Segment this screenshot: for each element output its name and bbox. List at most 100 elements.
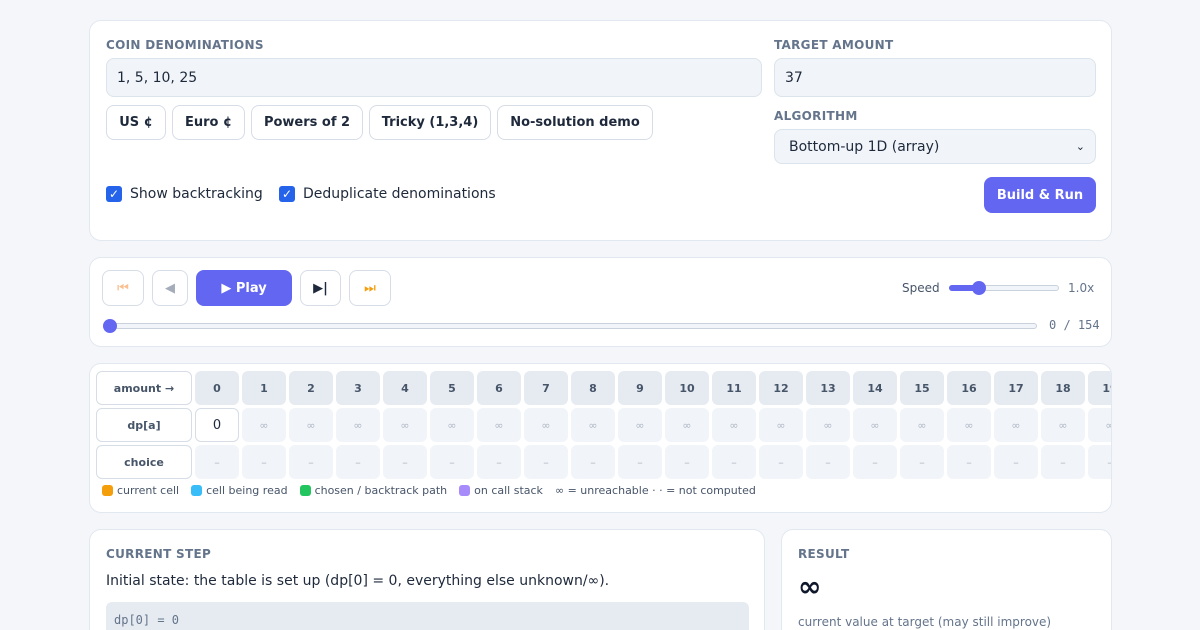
legend-swatch <box>102 485 113 496</box>
choice-cell: – <box>1088 445 1111 479</box>
result-label: RESULT <box>798 547 850 561</box>
preset-nosolution-button[interactable]: No-solution demo <box>497 105 653 140</box>
result-value: ∞ <box>798 570 822 603</box>
current-step-panel: CURRENT STEP Initial state: the table is… <box>89 529 765 630</box>
amount-header-cell: 17 <box>994 371 1038 405</box>
amount-header-cell: 18 <box>1041 371 1085 405</box>
chevron-down-icon: ⌄ <box>1075 140 1085 153</box>
choice-cell: – <box>994 445 1038 479</box>
amount-header-cell: 9 <box>618 371 662 405</box>
coins-label: COIN DENOMINATIONS <box>106 38 264 52</box>
row-label-choice: choice <box>96 445 192 479</box>
choice-cell: – <box>477 445 521 479</box>
dedupe-toggle[interactable]: ✓ Deduplicate denominations <box>279 186 496 202</box>
preset-us-button[interactable]: US ¢ <box>106 105 166 140</box>
legend-label: cell being read <box>206 484 288 497</box>
result-panel: RESULT ∞ current value at target (may st… <box>781 529 1112 630</box>
algorithm-label: ALGORITHM <box>774 109 858 123</box>
dp-cell: ∞ <box>900 408 944 442</box>
amount-header-cell: 8 <box>571 371 615 405</box>
step-code-block: dp[0] = 0 <box>106 602 749 630</box>
dp-cell: 0 <box>195 408 239 442</box>
choice-cell: – <box>336 445 380 479</box>
last-step-button[interactable]: ⏭ <box>349 270 391 306</box>
dp-cell: ∞ <box>383 408 427 442</box>
choice-cell: – <box>947 445 991 479</box>
dp-cell: ∞ <box>759 408 803 442</box>
config-panel: COIN DENOMINATIONS 1, 5, 10, 25 US ¢ Eur… <box>89 20 1112 241</box>
choice-cell: – <box>242 445 286 479</box>
preset-powers-button[interactable]: Powers of 2 <box>251 105 363 140</box>
prev-step-button[interactable]: ◀ <box>152 270 188 306</box>
play-button[interactable]: ▶ Play <box>196 270 292 306</box>
legend: current cell cell being read chosen / back… <box>102 484 756 497</box>
dp-cell: ∞ <box>618 408 662 442</box>
amount-header-cell: 13 <box>806 371 850 405</box>
dp-cell: ∞ <box>477 408 521 442</box>
dp-cell: ∞ <box>1088 408 1111 442</box>
amount-header-cell: 1 <box>242 371 286 405</box>
legend-label: on call stack <box>474 484 543 497</box>
choice-cell: – <box>383 445 427 479</box>
choice-cell: – <box>759 445 803 479</box>
slider-thumb[interactable] <box>971 281 986 295</box>
legend-item: current cell <box>102 484 179 497</box>
result-caption: current value at target (may still impro… <box>798 615 1052 629</box>
step-description: Initial state: the table is set up (dp[0… <box>106 573 610 589</box>
skip-back-icon: ⏮ <box>117 280 129 296</box>
dp-table-panel: amount → dp[a] choice 0 1 2 3 4 5 6 7 8 9 10 11 12 13… <box>89 363 1112 513</box>
build-run-button[interactable]: Build & Run <box>984 177 1096 213</box>
row-label-dp: dp[a] <box>96 408 192 442</box>
preset-tricky-button[interactable]: Tricky (1,3,4) <box>369 105 491 140</box>
choice-cell: – <box>806 445 850 479</box>
dp-cell: ∞ <box>947 408 991 442</box>
dp-cell: ∞ <box>242 408 286 442</box>
dp-cell: ∞ <box>1041 408 1085 442</box>
amount-header-cell: 0 <box>195 371 239 405</box>
legend-swatch <box>191 485 203 496</box>
dp-cell: ∞ <box>806 408 850 442</box>
amount-header-cell: 16 <box>947 371 991 405</box>
choice-cell: – <box>571 445 615 479</box>
target-label: TARGET AMOUNT <box>774 38 894 52</box>
amount-header-cell: 15 <box>900 371 944 405</box>
algorithm-value: Bottom-up 1D (array) <box>789 138 940 155</box>
dedupe-label: Deduplicate denominations <box>303 186 496 202</box>
algorithm-select[interactable]: Bottom-up 1D (array) ⌄ <box>774 129 1096 164</box>
speed-value: 1.0x <box>1068 281 1095 295</box>
preset-euro-button[interactable]: Euro ¢ <box>172 105 245 140</box>
choice-cell: – <box>900 445 944 479</box>
slider-thumb[interactable] <box>103 319 117 333</box>
legend-swatch <box>299 485 311 496</box>
next-step-button[interactable]: ▶| <box>300 270 341 306</box>
speed-label: Speed <box>902 281 940 295</box>
step-forward-icon: ▶| <box>313 280 328 296</box>
dp-cell: ∞ <box>571 408 615 442</box>
dp-cell: ∞ <box>994 408 1038 442</box>
show-backtracking-toggle[interactable]: ✓ Show backtracking <box>106 186 263 202</box>
current-step-label: CURRENT STEP <box>106 547 212 561</box>
dp-cell: ∞ <box>289 408 333 442</box>
amount-header-cell: 14 <box>853 371 897 405</box>
choice-cell: – <box>618 445 662 479</box>
legend-label: chosen / backtrack path <box>314 484 448 497</box>
coins-input[interactable]: 1, 5, 10, 25 <box>106 58 762 97</box>
amount-header-cell: 19 <box>1088 371 1111 405</box>
first-step-button[interactable]: ⏮ <box>102 270 144 306</box>
choice-cell: – <box>524 445 568 479</box>
speed-slider[interactable] <box>949 281 1059 295</box>
choice-cell: – <box>665 445 709 479</box>
target-input[interactable]: 37 <box>774 58 1096 97</box>
checkmark-icon: ✓ <box>279 186 295 202</box>
amount-header-cell: 3 <box>336 371 380 405</box>
amount-header-cell: 11 <box>712 371 756 405</box>
amount-header-cell: 4 <box>383 371 427 405</box>
dp-cell: ∞ <box>336 408 380 442</box>
row-label-amount: amount → <box>96 371 192 405</box>
amount-header-cell: 7 <box>524 371 568 405</box>
show-backtracking-label: Show backtracking <box>130 186 263 202</box>
legend-swatch <box>459 485 471 496</box>
timeline-slider[interactable] <box>103 319 1037 333</box>
dp-cell: ∞ <box>853 408 897 442</box>
legend-item: on call stack <box>459 484 543 497</box>
